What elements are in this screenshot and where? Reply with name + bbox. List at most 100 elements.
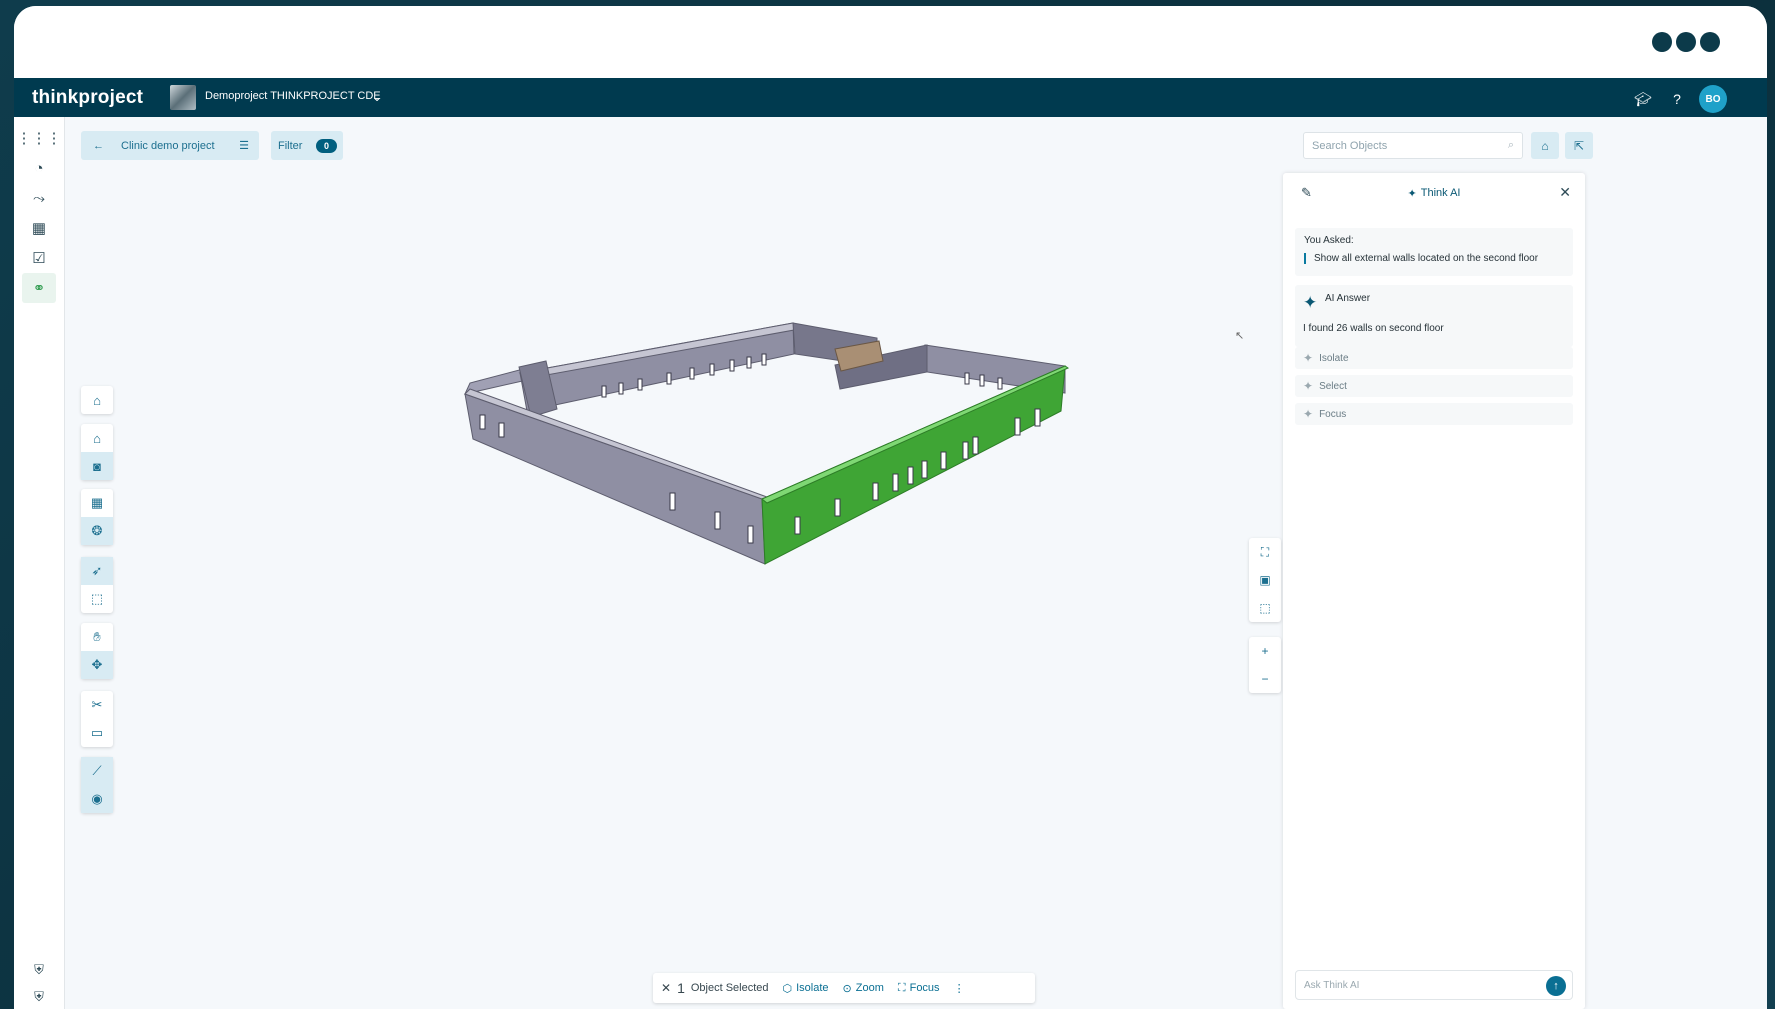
shield-settings-icon[interactable]: ⛨ [22,986,56,1008]
ask-placeholder: Ask Think AI [1304,979,1360,991]
clear-selection-icon[interactable]: ✕ [661,981,671,995]
window-bar [14,6,1767,78]
tag-icon[interactable]: ⌂ [1531,132,1559,159]
box-select-icon[interactable]: ⬚ [81,585,113,613]
screen-icon[interactable]: ▣ [1249,566,1281,594]
ruler-icon[interactable]: ▭ [81,719,113,747]
window-opening [972,436,979,455]
selection-bar: ✕ 1 Object Selected ⬡ Isolate ⊙ Zoom ⛶ F… [653,973,1035,1003]
action-label: Focus [1319,408,1347,420]
model-layers-icon[interactable]: ❂ [81,517,113,545]
hand-pan-icon[interactable]: ✋︎ [81,623,113,651]
window-opening [729,359,735,372]
window-opening [601,385,607,398]
route-icon[interactable]: ⤳ [22,183,56,213]
window-opening [1014,417,1021,436]
window-opening [618,382,624,395]
window-dot[interactable] [1676,32,1696,52]
panel-title: Think AI [1420,187,1461,199]
zoom-icon: ⊙ [842,982,852,995]
zoom-out-icon[interactable]: − [1249,665,1281,693]
window-opening [892,473,899,492]
bim-link-icon[interactable]: ⚭ [22,273,56,303]
window-opening [921,460,928,479]
avatar[interactable]: BO [1699,85,1727,113]
isolate-label: Isolate [796,982,829,994]
zoom-label: Zoom [855,982,884,994]
window-opening [907,466,914,485]
more-options-icon[interactable]: ⋮ [954,982,965,995]
sparkle-icon: ✦ [1303,407,1314,421]
pointer-select-icon[interactable]: ➶ [81,557,113,585]
window-opening [498,422,505,438]
window-opening [479,414,486,430]
shield-user-icon[interactable]: ⛨ [22,959,56,981]
close-icon[interactable]: ✕ [1559,184,1571,201]
window-dot[interactable] [1652,32,1672,52]
left-sidebar: ⋮⋮⋮ ◔ ⤳ ▦ ☑ ⚭ ⛨ ⛨ [14,117,65,1009]
chevron-down-icon[interactable]: ⌄ [372,90,382,104]
zoom-button[interactable]: ⊙ Zoom [843,982,884,995]
action-focus[interactable]: ✦ Focus [1295,403,1573,425]
sparkle-icon: ✦ [1407,187,1417,200]
wall-east-selected [761,365,1066,565]
window-opening [962,441,969,460]
viewport-right-tools: ⛶ ▣ ⬚ [1249,538,1281,622]
search-placeholder: Search Objects [1312,139,1388,152]
zoom-in-icon[interactable]: + [1249,637,1281,665]
zoom-box-icon[interactable]: ⬚ [1249,594,1281,622]
select-tool-group: ➶ ⬚ [81,557,113,613]
focus-button[interactable]: ⛶ Focus [898,982,940,995]
apps-grid-icon[interactable]: ⋮⋮⋮ [17,123,62,153]
layout-icon[interactable]: ▦ [22,213,56,243]
question-text: Show all external walls located on the s… [1304,253,1538,264]
fit-view-icon[interactable]: ⛶ [1249,538,1281,566]
pie-chart-icon[interactable]: ◔ [22,153,56,183]
you-asked-label: You Asked: [1304,235,1354,246]
search-input[interactable]: Search Objects ⌕ [1303,132,1523,159]
camera-icon[interactable]: ◙ [81,452,113,480]
window-opening [669,492,676,511]
brand-logo[interactable]: thinkproject [32,87,143,109]
building-model[interactable] [65,117,1245,1009]
view-tool-group: ⌂ ◙ [81,424,113,480]
measure-tool-group: ✂ ▭ [81,691,113,747]
line-chart-icon[interactable]: ⟋ [81,757,113,785]
sparkle-icon: ✦ [1303,293,1318,312]
think-ai-panel: ✎ ✦ Think AI ✕ You Asked: Show all exter… [1283,173,1585,1009]
send-icon[interactable]: ↑ [1546,976,1566,996]
window-dot[interactable] [1700,32,1720,52]
search-icon: ⌕ [1507,139,1514,151]
home-icon[interactable]: ⌂ [81,386,113,414]
navigation-tool-group: ✋︎ ✥ [81,623,113,679]
top-navigation: thinkproject Demoproject THINKPROJECT CD… [14,78,1767,117]
graduation-cap-icon[interactable]: 🎓︎ [1631,87,1655,111]
window-opening [747,525,754,544]
focus-icon: ⛶ [897,981,906,994]
isolate-button[interactable]: ⬡ Isolate [783,982,829,995]
window-opening [964,372,970,385]
focus-label: Focus [909,982,940,994]
orbit-icon[interactable]: ✥ [81,651,113,679]
help-icon[interactable]: ? [1665,87,1689,111]
action-select[interactable]: ✦ Select [1295,375,1573,397]
action-label: Select [1319,380,1347,392]
grid-icon[interactable]: ▦ [81,489,113,517]
sparkle-icon: ✦ [1303,351,1314,365]
selection-count: 1 [677,980,685,996]
checklist-icon[interactable]: ☑ [22,243,56,273]
scissors-icon[interactable]: ✂ [81,691,113,719]
compass-icon[interactable]: ◉ [81,785,113,813]
window-opening [637,378,643,391]
action-isolate[interactable]: ✦ Isolate [1295,347,1573,369]
window-opening [689,367,695,380]
project-name[interactable]: Demoproject THINKPROJECT CDE [205,90,381,102]
ask-input[interactable]: Ask Think AI ↑ [1295,970,1573,1000]
window-opening [666,372,672,385]
window-opening [997,377,1003,390]
user-question-card: You Asked: Show all external walls locat… [1295,228,1573,276]
model-viewport[interactable]: ← Clinic demo project ☰ Filter 0 Search … [65,117,1767,1009]
house-outline-icon[interactable]: ⌂ [81,424,113,452]
export-icon[interactable]: ⇱ [1565,132,1593,159]
window-opening [872,482,879,501]
